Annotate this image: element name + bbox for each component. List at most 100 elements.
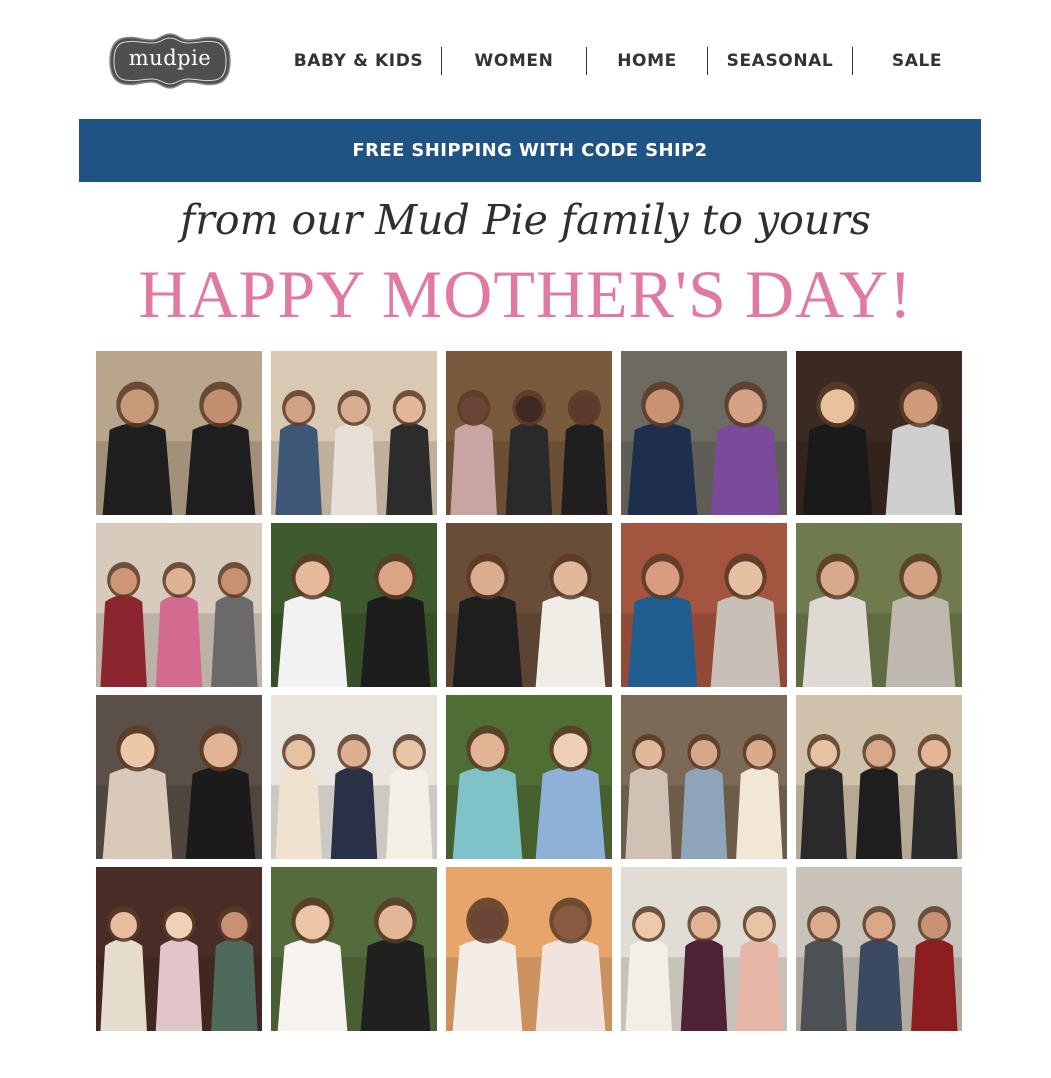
hero-script-line: from our Mud Pie family to yours: [180, 196, 871, 244]
nav-baby-kids[interactable]: BABY & KIDS: [276, 46, 441, 76]
photo-three-women-white[interactable]: [271, 695, 437, 859]
photo-image: [796, 351, 962, 515]
person-face: [165, 567, 193, 595]
person-face: [903, 561, 938, 596]
person-face: [903, 389, 938, 424]
photo-group-shirts[interactable]: [796, 867, 962, 1031]
photo-bride-and-mother[interactable]: [271, 867, 437, 1031]
hero-headline: HAPPY MOTHER'S DAY!: [138, 256, 913, 332]
nav-home[interactable]: HOME: [587, 46, 707, 76]
mudpie-logo[interactable]: mudpie: [108, 32, 232, 90]
photo-woman-with-baby[interactable]: [446, 695, 612, 859]
person-body: [211, 594, 258, 687]
person-face: [221, 911, 248, 939]
photo-three-women-balloons[interactable]: [271, 351, 437, 515]
nav-seasonal[interactable]: SEASONAL: [708, 46, 852, 76]
nav-sale[interactable]: SALE: [853, 46, 981, 76]
person-face: [165, 911, 193, 939]
photo-selfie-two-women[interactable]: [271, 523, 437, 687]
person-face: [460, 395, 487, 423]
person-body: [185, 766, 256, 859]
photo-wedding-three[interactable]: [621, 867, 787, 1031]
person-body: [275, 422, 322, 515]
person-face: [340, 395, 368, 423]
photo-image: [271, 867, 437, 1031]
photo-runners[interactable]: [96, 351, 262, 515]
photo-image: [796, 695, 962, 859]
person-body: [561, 422, 608, 515]
photo-women-with-kids[interactable]: [96, 523, 262, 687]
person-face: [820, 561, 855, 596]
person-face: [396, 739, 423, 767]
person-body: [102, 422, 173, 515]
photo-image: [796, 867, 962, 1031]
person-body: [855, 938, 903, 1031]
person-face: [340, 739, 368, 767]
person-body: [800, 766, 847, 859]
person-face: [810, 911, 837, 939]
person-face: [285, 395, 312, 423]
person-face: [635, 739, 662, 767]
person-body: [277, 594, 348, 687]
person-body: [386, 766, 433, 859]
person-body: [911, 938, 958, 1031]
nav-women[interactable]: WOMEN: [442, 46, 586, 76]
person-face: [110, 567, 137, 595]
photo-mother-daughter-smile[interactable]: [446, 867, 612, 1031]
person-body: [450, 422, 497, 515]
photo-close-selfie[interactable]: [96, 695, 262, 859]
person-face: [378, 905, 413, 940]
photo-two-women-street[interactable]: [621, 351, 787, 515]
person-body: [505, 422, 553, 515]
photo-image: [271, 523, 437, 687]
person-body: [275, 766, 322, 859]
person-face: [470, 905, 505, 940]
photo-image: [621, 867, 787, 1031]
person-face: [921, 911, 948, 939]
person-body: [535, 594, 606, 687]
person-face: [120, 389, 155, 424]
person-body: [155, 938, 203, 1031]
person-body: [102, 766, 173, 859]
person-face: [690, 911, 718, 939]
person-body: [100, 938, 147, 1031]
person-face: [285, 739, 312, 767]
photo-two-women-field[interactable]: [796, 523, 962, 687]
person-face: [110, 911, 137, 939]
person-face: [203, 389, 238, 424]
person-face: [295, 561, 330, 596]
person-face: [553, 733, 588, 768]
person-face: [295, 905, 330, 940]
photo-two-women-door[interactable]: [796, 351, 962, 515]
person-body: [185, 422, 256, 515]
photo-christmas-family[interactable]: [96, 867, 262, 1031]
person-body: [885, 594, 956, 687]
person-face: [820, 389, 855, 424]
photo-two-women-restaurant[interactable]: [621, 523, 787, 687]
person-face: [645, 561, 680, 596]
person-body: [535, 938, 606, 1031]
person-body: [386, 422, 433, 515]
person-face: [378, 561, 413, 596]
person-body: [360, 594, 431, 687]
person-body: [802, 594, 873, 687]
photo-image: [446, 351, 612, 515]
person-body: [452, 766, 523, 859]
person-body: [100, 594, 147, 687]
person-face: [203, 733, 238, 768]
person-body: [330, 766, 378, 859]
photo-family-selfie[interactable]: [446, 351, 612, 515]
free-shipping-banner[interactable]: FREE SHIPPING WITH CODE SHIP2: [79, 119, 981, 182]
photo-image: [271, 695, 437, 859]
person-face: [645, 389, 680, 424]
photo-grid: [96, 351, 964, 1031]
photo-image: [96, 523, 262, 687]
person-face: [571, 395, 598, 423]
photo-image: [621, 523, 787, 687]
person-face: [728, 389, 763, 424]
person-body: [680, 766, 728, 859]
photo-three-women-indoor[interactable]: [621, 695, 787, 859]
person-body: [627, 594, 698, 687]
photo-two-women-dress[interactable]: [446, 523, 612, 687]
photo-three-women-aprons[interactable]: [796, 695, 962, 859]
